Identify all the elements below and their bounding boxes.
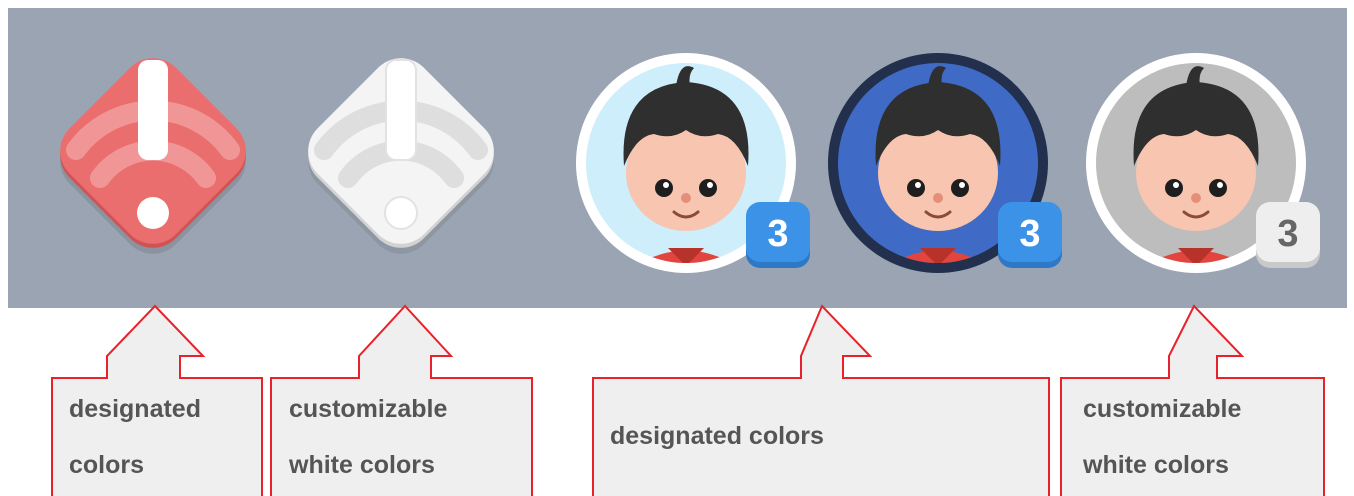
callout-label-4: customizable white colors [1083, 395, 1242, 479]
callout-arrow-3 [592, 304, 1050, 496]
callout-label-3: designated colors [610, 422, 824, 450]
callout-label-2: customizable white colors [289, 395, 448, 479]
callout-label-1: designated colors [69, 395, 201, 479]
